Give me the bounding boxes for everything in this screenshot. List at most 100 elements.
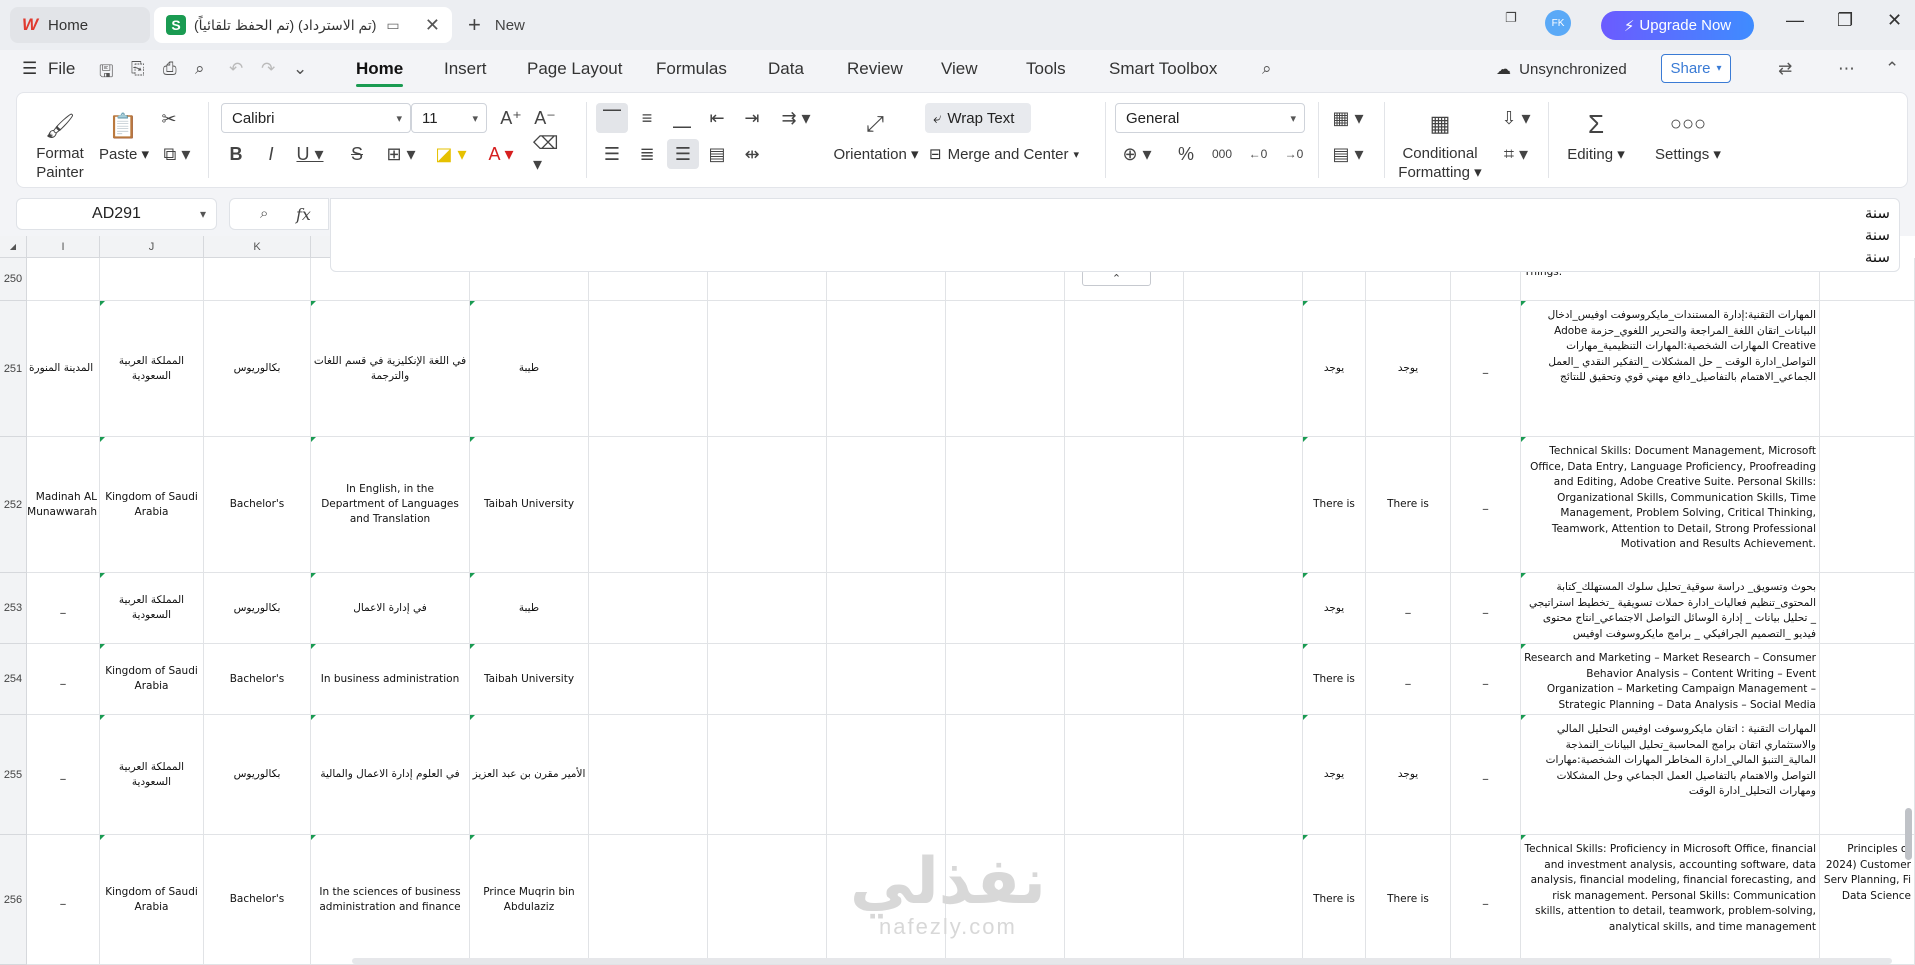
formula-input[interactable]: سنة سنة سنة <box>330 198 1900 272</box>
strikethrough-icon[interactable]: S <box>345 141 369 167</box>
grid-cell[interactable]: Research and Marketing – Market Research… <box>1521 644 1820 715</box>
increase-indent-icon[interactable]: ⇥ <box>738 105 766 131</box>
grid-cell[interactable]: Technical Skills: Proficiency in Microso… <box>1521 835 1820 965</box>
grid-cell[interactable]: In the sciences of business administrati… <box>311 835 470 965</box>
grid-cell[interactable] <box>827 835 946 965</box>
grid-cell[interactable]: Principles of 2024) Customer Serv Planni… <box>1820 835 1915 965</box>
grid-cell[interactable]: المملكة العربية السعودية <box>100 715 204 835</box>
grid-cell[interactable]: Madinah AL Munawwarah <box>27 437 100 573</box>
undo-icon[interactable]: ↶ <box>229 59 243 79</box>
grid-cell[interactable]: Prince Muqrin bin Abdulaziz <box>470 835 589 965</box>
tab-document[interactable]: S (تم الاسترداد) (تم الحفظ تلقائياً) ▭ ✕ <box>154 7 452 43</box>
thousands-separator-icon[interactable]: 000 <box>1206 141 1238 167</box>
increase-decimal-icon[interactable]: ←0 <box>1242 141 1274 167</box>
grid-cell[interactable]: بكالوريوس <box>204 301 311 437</box>
share-button[interactable]: Share ▾ <box>1661 54 1731 83</box>
grid-cell[interactable]: _ <box>27 715 100 835</box>
increase-font-size-icon[interactable]: A⁺ <box>498 105 524 131</box>
grid-cell[interactable]: Kingdom of Saudi Arabia <box>100 835 204 965</box>
grid-cell[interactable] <box>708 573 827 644</box>
grid-cell[interactable]: يوجد <box>1303 715 1366 835</box>
grid-cell[interactable]: Technical Skills: Document Management, M… <box>1521 437 1820 573</box>
align-top-icon[interactable]: ⎺ <box>598 105 626 131</box>
grid-cell[interactable]: In business administration <box>311 644 470 715</box>
tab-home[interactable]: W Home <box>10 7 150 43</box>
font-name-select[interactable]: Calibri ▾ <box>221 103 411 133</box>
grid-cell[interactable] <box>589 573 708 644</box>
italic-icon[interactable]: I <box>259 141 283 167</box>
grid-cell[interactable] <box>589 644 708 715</box>
grid-cell[interactable]: Kingdom of Saudi Arabia <box>100 437 204 573</box>
grid-cell[interactable]: Bachelor's <box>204 644 311 715</box>
column-header-l[interactable] <box>311 236 331 258</box>
fill-icon[interactable]: ⇩ ▾ <box>1496 105 1536 131</box>
grid-cell[interactable]: بكالوريوس <box>204 573 311 644</box>
borders-icon[interactable]: ⊞ ▾ <box>383 141 419 167</box>
customize-chevron-icon[interactable]: ⌄ <box>293 59 307 79</box>
grid-cell[interactable]: يوجد <box>1303 573 1366 644</box>
grid-cell[interactable]: _ <box>27 573 100 644</box>
grid-cell[interactable]: المملكة العربية السعودية <box>100 573 204 644</box>
grid-cell[interactable] <box>946 715 1065 835</box>
grid-cell[interactable]: طيبة <box>470 573 589 644</box>
grid-cell[interactable]: يوجد <box>1366 715 1451 835</box>
row-header[interactable]: 256 <box>0 835 27 965</box>
collapse-ribbon-icon[interactable]: ⌃ <box>1885 59 1899 79</box>
cell-style-icon[interactable]: ▤ ▾ <box>1328 141 1368 167</box>
grid-cell[interactable]: المدينة المنورة <box>27 301 100 437</box>
name-box[interactable]: AD291 ▾ <box>16 198 217 230</box>
row-header[interactable]: 254 <box>0 644 27 715</box>
grid-cell[interactable]: _ <box>1451 644 1521 715</box>
grid-cell[interactable] <box>589 437 708 573</box>
grid-cell[interactable] <box>1184 573 1303 644</box>
grid-cell[interactable]: المهارات التقنية : اتقان مايكروسوفت اوفي… <box>1521 715 1820 835</box>
grid-cell[interactable] <box>946 301 1065 437</box>
column-header-i[interactable]: I <box>27 236 100 258</box>
sync-status[interactable]: ☁ Unsynchronized <box>1496 60 1627 78</box>
settings-button[interactable]: Settings ▾ <box>1648 145 1728 164</box>
font-color-icon[interactable]: A ▾ <box>483 141 519 167</box>
grid-cell[interactable] <box>589 715 708 835</box>
grid-cell[interactable] <box>827 301 946 437</box>
spreadsheet-grid[interactable]: ◢ I J K ⌃ 250 Things. 251 المدينة المنورة ال… <box>0 236 1915 965</box>
row-header[interactable]: 255 <box>0 715 27 835</box>
grid-cell[interactable]: _ <box>27 644 100 715</box>
grid-cell[interactable] <box>1820 715 1915 835</box>
decrease-indent-icon[interactable]: ⇤ <box>703 105 731 131</box>
wrap-text-button[interactable]: ⤶ Wrap Text <box>925 103 1031 133</box>
grid-cell[interactable] <box>1820 573 1915 644</box>
grid-cell[interactable] <box>708 301 827 437</box>
grid-cell[interactable]: طيبة <box>470 301 589 437</box>
close-window-icon[interactable]: ✕ <box>1887 10 1902 31</box>
tab-view[interactable]: View <box>941 59 978 79</box>
justify-icon[interactable]: ▤ <box>703 141 731 167</box>
grid-cell[interactable]: في إدارة الاعمال <box>311 573 470 644</box>
grid-cell[interactable] <box>708 715 827 835</box>
align-bottom-icon[interactable]: ⎽ <box>668 105 696 131</box>
grid-cell[interactable]: بكالوريوس <box>204 715 311 835</box>
grid-cell[interactable] <box>1184 835 1303 965</box>
fill-color-icon[interactable]: ◪ ▾ <box>433 141 469 167</box>
grid-cell[interactable] <box>589 301 708 437</box>
tab-review[interactable]: Review <box>847 59 903 79</box>
new-tab-button[interactable]: + New <box>468 12 525 38</box>
format-cells-icon[interactable]: ⌗ ▾ <box>1496 141 1536 167</box>
tab-formulas[interactable]: Formulas <box>656 59 727 79</box>
cut-icon[interactable]: ✂ <box>155 107 183 131</box>
grid-cell[interactable] <box>1065 835 1184 965</box>
table-style-icon[interactable]: ▦ ▾ <box>1328 105 1368 131</box>
column-header-k[interactable]: K <box>204 236 311 258</box>
more-options-icon[interactable]: ⋯ <box>1838 59 1855 79</box>
grid-cell[interactable] <box>1184 437 1303 573</box>
grid-cell[interactable]: There is <box>1303 835 1366 965</box>
save-icon[interactable]: 🖫 <box>99 59 113 88</box>
grid-cell[interactable]: _ <box>1366 644 1451 715</box>
grid-cell[interactable] <box>1820 644 1915 715</box>
grid-cell[interactable] <box>589 835 708 965</box>
grid-cell[interactable] <box>1820 437 1915 573</box>
grid-cell[interactable] <box>1184 715 1303 835</box>
collaborate-icon[interactable]: ⇄ <box>1778 59 1792 79</box>
grid-cell[interactable] <box>946 835 1065 965</box>
avatar[interactable]: FK <box>1545 10 1571 36</box>
distributed-icon[interactable]: ⇹ <box>738 141 766 167</box>
